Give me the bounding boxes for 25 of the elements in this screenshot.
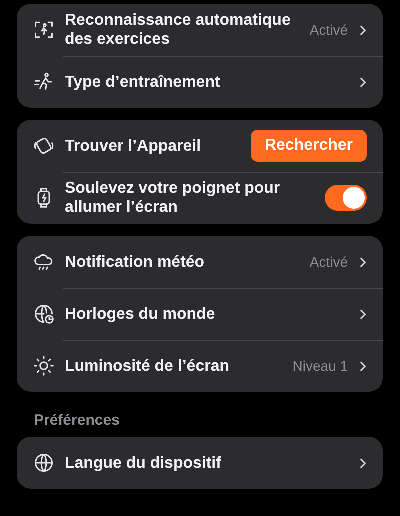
tilted-watch-icon [33,135,55,157]
setting-label: Soulevez votre poignet pour allumer l’écran [65,179,282,218]
chevron-icon [360,24,367,36]
sun-icon [33,355,55,377]
section-header: Préférences [33,411,121,429]
setting-label[interactable]: Type d’entraînement [65,66,348,98]
globe-icon [33,452,55,474]
row-value: Activé [310,254,348,270]
setting-label[interactable]: Reconnaissance automatique des exercices [65,5,300,55]
setting-label[interactable]: Notification météo [65,246,300,278]
running-figure-icon [33,71,55,93]
toggle-switch[interactable] [325,185,367,211]
setting-label[interactable]: Horloges du monde [65,298,348,330]
row-value: Niveau 1 [292,358,348,374]
setting-label[interactable]: Luminosité de l’écran [65,350,283,382]
chevron-icon [360,256,367,268]
chevron-icon [360,360,367,372]
scan-figure-icon [33,19,55,41]
setting-label[interactable]: Langue du dispositif [65,448,348,478]
globe-clock-icon [33,303,55,325]
chevron-icon [360,76,367,88]
row-value: Activé [310,22,348,38]
chevron-icon [360,308,367,320]
setting-label: Trouver l’Appareil [65,136,202,156]
chevron-icon [360,458,367,468]
